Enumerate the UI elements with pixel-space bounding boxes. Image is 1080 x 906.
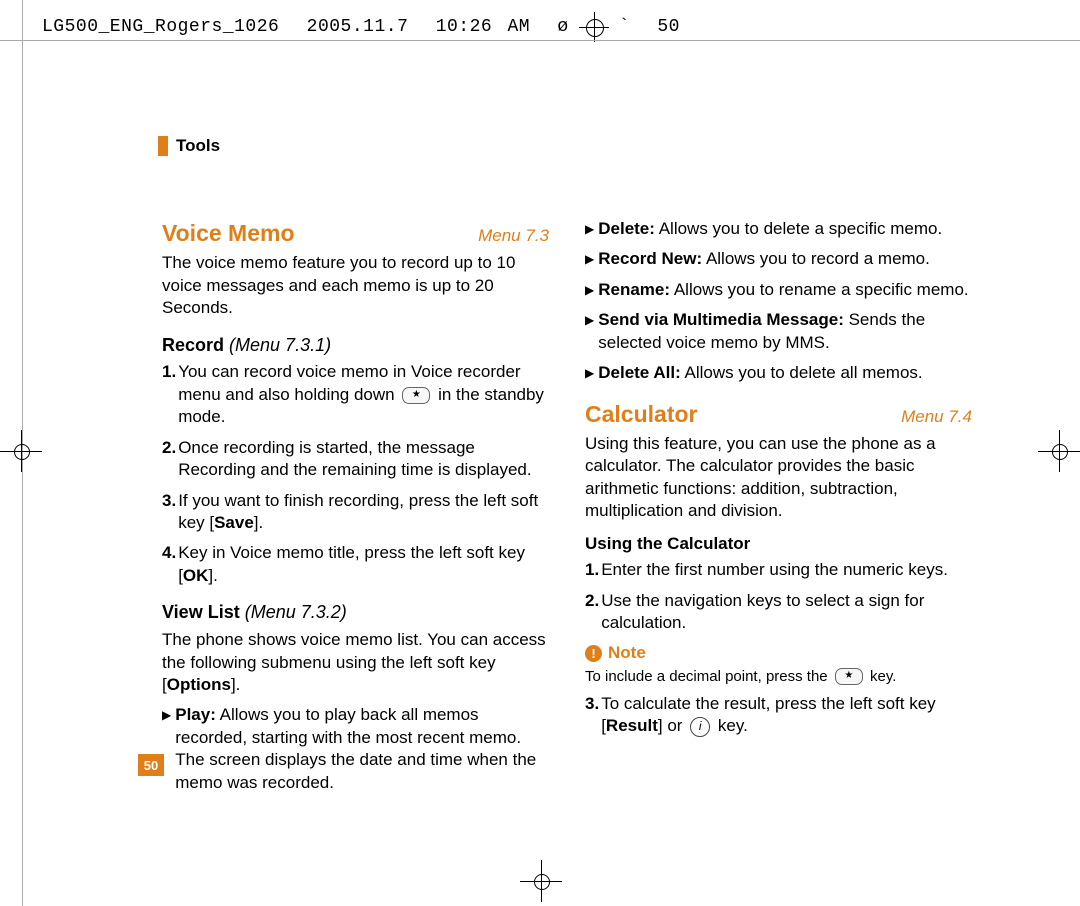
crop-page-seq: 50 — [657, 17, 680, 37]
record-heading: Record (Menu 7.3.1) — [162, 334, 549, 358]
page-number: 50 — [144, 758, 158, 773]
bullet-icon: ▶ — [585, 218, 594, 240]
play-bullet: ▶ Play: Allows you to play back all memo… — [162, 704, 549, 794]
calculator-item-3: 3. To calculate the result, press the le… — [585, 693, 972, 738]
crop-time: 10:26 AM — [436, 17, 530, 37]
calculator-item-2: 2. Use the navigation keys to select a s… — [585, 590, 972, 635]
registration-target-left-icon — [0, 430, 42, 472]
page-number-badge: 50 — [138, 754, 164, 776]
star-key-icon: ★ — [402, 387, 430, 404]
voice-memo-intro: The voice memo feature you to record up … — [162, 252, 549, 319]
record-new-bullet: ▶ Record New: Allows you to record a mem… — [585, 248, 972, 270]
record-item-2: 2. Once recording is started, the messag… — [162, 437, 549, 482]
left-column: Voice Memo Menu 7.3 The voice memo featu… — [162, 218, 549, 802]
calculator-heading: Calculator — [585, 399, 697, 429]
note-body: To include a decimal point, press the ★ … — [585, 667, 972, 687]
registration-target-bottom-icon — [520, 860, 562, 902]
calculator-menu-ref: Menu 7.4 — [901, 406, 972, 428]
bullet-icon: ▶ — [585, 362, 594, 384]
calculator-intro: Using this feature, you can use the phon… — [585, 433, 972, 523]
crop-extra1: ø — [557, 17, 568, 37]
bullet-icon: ▶ — [585, 279, 594, 301]
crop-file: LG500_ENG_Rogers_1026 — [42, 17, 279, 37]
section-bar-icon — [158, 136, 168, 156]
bullet-icon: ▶ — [162, 704, 171, 794]
delete-all-bullet: ▶ Delete All: Allows you to delete all m… — [585, 362, 972, 384]
voice-memo-heading: Voice Memo — [162, 218, 295, 248]
delete-bullet: ▶ Delete: Allows you to delete a specifi… — [585, 218, 972, 240]
viewlist-intro: The phone shows voice memo list. You can… — [162, 629, 549, 696]
rename-bullet: ▶ Rename: Allows you to rename a specifi… — [585, 279, 972, 301]
using-calculator-heading: Using the Calculator — [585, 533, 972, 555]
section-title: Tools — [176, 136, 220, 156]
voice-memo-menu-ref: Menu 7.3 — [478, 225, 549, 247]
bullet-icon: ▶ — [585, 248, 594, 270]
note-icon: ! — [585, 645, 602, 662]
record-item-3: 3. If you want to finish recording, pres… — [162, 490, 549, 535]
crop-header: LG500_ENG_Rogers_1026 2005.11.7 10:26 AM… — [42, 12, 680, 42]
crop-line-top — [0, 40, 1080, 41]
record-item-1: 1. You can record voice memo in Voice re… — [162, 361, 549, 428]
send-mms-bullet: ▶ Send via Multimedia Message: Sends the… — [585, 309, 972, 354]
registration-mark-icon — [579, 12, 609, 42]
right-column: ▶ Delete: Allows you to delete a specifi… — [585, 218, 972, 802]
registration-target-right-icon — [1038, 430, 1080, 472]
section-header: Tools — [158, 136, 220, 156]
info-key-icon: i — [690, 717, 710, 737]
calculator-item-1: 1. Enter the first number using the nume… — [585, 559, 972, 581]
crop-date: 2005.11.7 — [307, 17, 409, 37]
crop-extra2: ` — [619, 17, 630, 37]
record-item-4: 4. Key in Voice memo title, press the le… — [162, 542, 549, 587]
bullet-icon: ▶ — [585, 309, 594, 354]
star-key-icon: ★ — [835, 668, 863, 685]
viewlist-heading: View List (Menu 7.3.2) — [162, 601, 549, 625]
note-header: ! Note — [585, 642, 972, 664]
